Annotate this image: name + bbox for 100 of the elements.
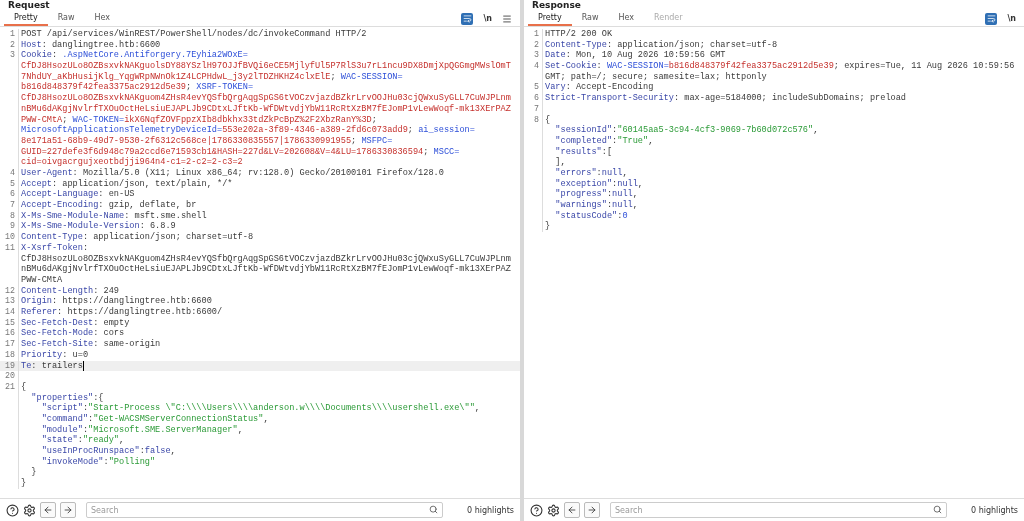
key-text: "command" [40, 414, 89, 425]
text-text: , [637, 178, 644, 190]
forward-button[interactable] [584, 502, 600, 518]
cookie-name-text: .AspNetCore.Antiforgery.7Eyhia2WOxE= [62, 50, 248, 61]
cookie-name-text: MicrosoftApplicationsTelemetryDeviceId= [21, 125, 223, 136]
text-text: : [77, 435, 83, 446]
key-text: "progress" [554, 189, 607, 200]
text-text: , [632, 189, 638, 201]
text-text: : [606, 200, 613, 211]
back-button[interactable] [564, 502, 580, 518]
settings-icon[interactable] [23, 503, 36, 517]
text-text: ; [351, 135, 358, 147]
arrow-left-icon [43, 505, 53, 515]
view-tab[interactable]: Pretty [528, 11, 572, 26]
header-text: Sec-Fetch-Site [21, 339, 94, 350]
cookie-value-text: 7NhdUY_aKbHusijKlg_YqgWRpNWnOk1Z4LCPHdwL_j3y2lTDZHKHZ4clxElE [21, 71, 331, 82]
menu-icon[interactable] [502, 13, 512, 24]
text-text: : application/json, text/plain, */* [51, 178, 233, 190]
text-text: ; [423, 146, 430, 158]
cookie-name-text: MSFPC= [361, 135, 393, 147]
search-icon [933, 505, 942, 514]
line-number: 2 [524, 39, 543, 51]
wrap-text-icon[interactable] [461, 12, 474, 25]
arrow-left-icon [567, 505, 577, 515]
key-text: "completed" [554, 135, 613, 147]
text-text: nBMu6dAKgjNvlrfTXOuOctHeLsiuEJAPLJb9CDtxLJftKb-WfDWtvdjYbW11RcRtXzBM7fEJomP1vLewWoqf-mk13XErPAZ [21, 264, 511, 275]
text-text: : [139, 446, 145, 457]
text-text: :{ [93, 392, 104, 403]
key-text: "sessionId" [554, 125, 613, 136]
line-number: 5 [524, 82, 543, 94]
line-number: 12 [0, 285, 19, 297]
header-text: X-Ms-Sme-Module-Name [21, 210, 125, 221]
newline-toggle[interactable]: \n [1007, 14, 1016, 23]
search-field[interactable]: Search [610, 502, 947, 518]
pane-title: Response [531, 0, 582, 11]
cookie-value-text: ikX6NqfZOVFppzXIb8dbkhx33tdZkPcBpZ%2F2XbzRanY%3D [124, 114, 372, 125]
text-text: : [51, 50, 59, 61]
key-text: "exception" [554, 178, 613, 189]
text-text: : [103, 456, 109, 468]
key-text: "statusCode" [554, 210, 618, 222]
text-text: :[ [601, 146, 613, 158]
text-text: , [263, 414, 269, 425]
cookie-value-text: 553e202a-3f89-4346-a389-2fd6c073add9 [222, 125, 408, 136]
wrap-text-icon[interactable] [985, 12, 998, 25]
cookie-name-text: WAC-TOKEN= [72, 114, 125, 125]
header-text: Te [21, 360, 32, 372]
header-text: Sec-Fetch-Mode [21, 328, 94, 339]
header-text: Vary [545, 82, 566, 93]
text-text: : empty [93, 317, 130, 329]
search-field[interactable]: Search [86, 502, 443, 518]
key-text: "script" [40, 403, 83, 414]
text-text: , [622, 168, 628, 179]
literal-text: null [612, 189, 633, 200]
header-text: Origin [21, 296, 52, 307]
text-text: : en-US [98, 189, 135, 200]
text-text: : Accept-Encoding [565, 82, 654, 93]
cookie-value-text: GUID=227defe3f6d948c79a2ccd6e71593cb1&HASH=227d&LV=202608&V=4&LU=1786330836594 [21, 146, 424, 157]
line-number: 6 [0, 189, 19, 201]
text-text: : [82, 424, 89, 435]
string-text: "60145aa5-3c94-4cf3-9069-7b60d072c576" [617, 125, 814, 136]
view-tab[interactable]: Raw [571, 11, 609, 26]
text-text: : [612, 125, 618, 136]
line-number: 3 [0, 50, 19, 168]
text-text: , [813, 125, 819, 136]
literal-text: null [601, 168, 623, 179]
help-icon[interactable] [530, 503, 543, 517]
text-text: , [648, 135, 654, 147]
text-text: : [596, 61, 603, 72]
text-text: : [612, 135, 618, 147]
text-text: } [30, 467, 37, 479]
string-text: "Polling" [108, 456, 156, 468]
line-number: 7 [524, 103, 543, 115]
cookie-name-text: XSRF-TOKEN= [196, 82, 254, 93]
help-icon[interactable] [6, 503, 19, 517]
line-number: 17 [0, 339, 19, 350]
arrow-right-icon [63, 505, 73, 515]
cookie-name-text: ai_session= [418, 125, 475, 136]
text-text: : 6.8.9 [139, 221, 176, 232]
text-text: : [596, 168, 602, 179]
text-text: : application/json; charset=utf-8 [82, 232, 254, 243]
forward-button[interactable] [60, 502, 76, 518]
back-button[interactable] [40, 502, 56, 518]
text-text: : u=0 [62, 349, 89, 361]
text-text: PWW-CMtA [21, 274, 63, 286]
literal-text: false [144, 446, 171, 457]
settings-icon[interactable] [547, 503, 560, 517]
newline-toggle[interactable]: \n [483, 14, 492, 23]
cookie-name-text: WAC-SESSION= [340, 71, 403, 83]
literal-text: null [612, 200, 633, 211]
string-text: "Get-WACSMServerConnectionStatus" [93, 414, 264, 425]
header-text: Content-Type [545, 39, 607, 51]
view-tab[interactable]: Pretty [4, 11, 48, 26]
line-number: 11 [0, 242, 19, 286]
view-tab[interactable]: Raw [47, 11, 85, 26]
view-tab[interactable]: Hex [84, 11, 121, 26]
view-tab[interactable]: Hex [608, 11, 645, 26]
text-text: : cors [93, 328, 125, 339]
search-icon [429, 505, 438, 514]
line-number: 13 [0, 296, 19, 308]
literal-text: null [617, 178, 638, 189]
